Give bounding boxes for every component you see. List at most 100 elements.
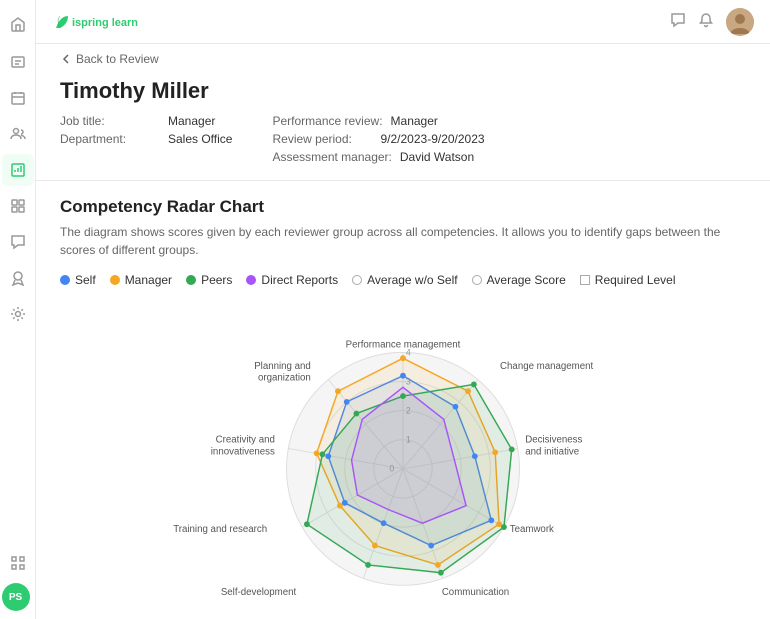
legend-peers-label: Peers (201, 273, 232, 287)
department-value: Sales Office (168, 132, 232, 146)
chart-legend: Self Manager Peers Direct Reports (60, 273, 746, 287)
radar-chart-svg: 1 2 3 4 0 (133, 299, 673, 619)
assessment-manager-value: David Watson (400, 150, 474, 164)
content-area: Back to Review Timothy Miller Job title:… (36, 44, 770, 619)
self-dot-1 (453, 404, 459, 410)
sidebar-apps-icon[interactable] (2, 547, 34, 579)
peers-dot-3 (501, 524, 507, 530)
axis-label-perf-mgmt: Performance management (346, 340, 461, 351)
svg-text:ispring learn: ispring learn (72, 17, 138, 29)
meta-col-right: Performance review: Manager Review perio… (272, 114, 484, 164)
self-dot-0 (400, 373, 406, 379)
sidebar-settings-icon[interactable] (2, 298, 34, 330)
peers-dot-2 (509, 447, 515, 453)
self-dot-3 (488, 517, 494, 523)
profile-section: Timothy Miller Job title: Manager Depart… (36, 74, 770, 181)
axis-label-teamwork: Teamwork (510, 524, 554, 535)
peers-dot-6 (304, 521, 310, 527)
meta-col-left: Job title: Manager Department: Sales Off… (60, 114, 232, 164)
chart-description: The diagram shows scores given by each r… (60, 223, 746, 259)
legend-average-wo-self[interactable]: Average w/o Self (352, 273, 458, 287)
peers-dot-4 (438, 570, 444, 576)
department-label: Department: (60, 132, 160, 146)
axis-label-communication: Communication (442, 587, 509, 598)
avg-score-circle (472, 275, 482, 285)
avatar-image (726, 8, 754, 36)
sidebar-achievements-icon[interactable] (2, 262, 34, 294)
manager-dot (110, 275, 120, 285)
manager-dot-5 (372, 543, 378, 549)
back-nav[interactable]: Back to Review (36, 44, 770, 74)
axis-label-self-dev: Self-development (221, 587, 297, 598)
job-title-value: Manager (168, 114, 215, 128)
assessment-manager-label: Assessment manager: (272, 150, 391, 164)
profile-name: Timothy Miller (60, 78, 746, 104)
self-dot-2 (472, 453, 478, 459)
legend-self[interactable]: Self (60, 273, 96, 287)
logo: ispring learn (52, 12, 142, 32)
axis-label-creativity: Creativity and (216, 435, 275, 446)
chat-icon-topbar[interactable] (670, 12, 686, 31)
assessment-manager-row: Assessment manager: David Watson (272, 150, 484, 164)
review-period-row: Review period: 9/2/2023-9/20/2023 (272, 132, 484, 146)
peers-dot-5 (365, 562, 371, 568)
sidebar-grid-icon[interactable] (2, 190, 34, 222)
manager-dot-3 (496, 521, 502, 527)
back-chevron-icon (60, 53, 72, 65)
avg-wo-self-circle (352, 275, 362, 285)
manager-dot-1 (465, 388, 471, 394)
manager-dot-4 (435, 562, 441, 568)
manager-dot-6 (337, 503, 343, 509)
axis-label-training: Training and research (173, 524, 267, 535)
legend-avg-score-label: Average Score (487, 273, 566, 287)
manager-dot-2 (492, 449, 498, 455)
sidebar-chat-icon[interactable] (2, 226, 34, 258)
legend-required-level[interactable]: Required Level (580, 273, 676, 287)
user-avatar-sidebar[interactable]: PS (2, 583, 30, 611)
manager-dot-8 (335, 388, 341, 394)
legend-peers[interactable]: Peers (186, 273, 232, 287)
topbar: ispring learn (36, 0, 770, 44)
peers-dot-1 (471, 382, 477, 388)
legend-manager[interactable]: Manager (110, 273, 172, 287)
sidebar-users-icon[interactable] (2, 118, 34, 150)
perf-review-value: Manager (391, 114, 438, 128)
bell-icon-topbar[interactable] (698, 12, 714, 31)
sidebar-courses-icon[interactable] (2, 46, 34, 78)
app-layout: PS ispring learn (0, 0, 770, 619)
chart-section: Competency Radar Chart The diagram shows… (36, 181, 770, 619)
axis-label-change-mgmt: Change management (500, 361, 593, 372)
self-dot-7 (325, 453, 331, 459)
peers-dot-7 (320, 451, 326, 457)
legend-manager-label: Manager (125, 273, 172, 287)
job-title-label: Job title: (60, 114, 160, 128)
peers-dot-0 (400, 393, 406, 399)
self-dot (60, 275, 70, 285)
self-dot-8 (344, 399, 350, 405)
department-row: Department: Sales Office (60, 132, 232, 146)
review-period-label: Review period: (272, 132, 372, 146)
chart-title: Competency Radar Chart (60, 197, 746, 217)
user-avatar-topbar[interactable] (726, 8, 754, 36)
sidebar-calendar-icon[interactable] (2, 82, 34, 114)
self-dot-4 (428, 543, 434, 549)
legend-avg-wo-self-label: Average w/o Self (367, 273, 458, 287)
required-level-square (580, 275, 590, 285)
axis-label-planning: Planning and (254, 361, 311, 372)
axis-label-decisiveness: Decisiveness (525, 435, 582, 446)
legend-direct-reports[interactable]: Direct Reports (246, 273, 338, 287)
perf-review-label: Performance review: (272, 114, 382, 128)
sidebar-home-icon[interactable] (2, 8, 34, 40)
job-title-row: Job title: Manager (60, 114, 232, 128)
axis-label-decisiveness2: and initiative (525, 446, 579, 457)
back-nav-label: Back to Review (76, 52, 159, 66)
radar-chart-container: 1 2 3 4 0 (133, 299, 673, 619)
peers-dot (186, 275, 196, 285)
legend-average-score[interactable]: Average Score (472, 273, 566, 287)
sidebar: PS (0, 0, 36, 619)
legend-self-label: Self (75, 273, 96, 287)
sidebar-reports-icon[interactable] (2, 154, 34, 186)
axis-label-creativity2: innovativeness (211, 446, 275, 457)
logo-svg: ispring learn (52, 12, 142, 32)
self-dot-5 (381, 520, 387, 526)
